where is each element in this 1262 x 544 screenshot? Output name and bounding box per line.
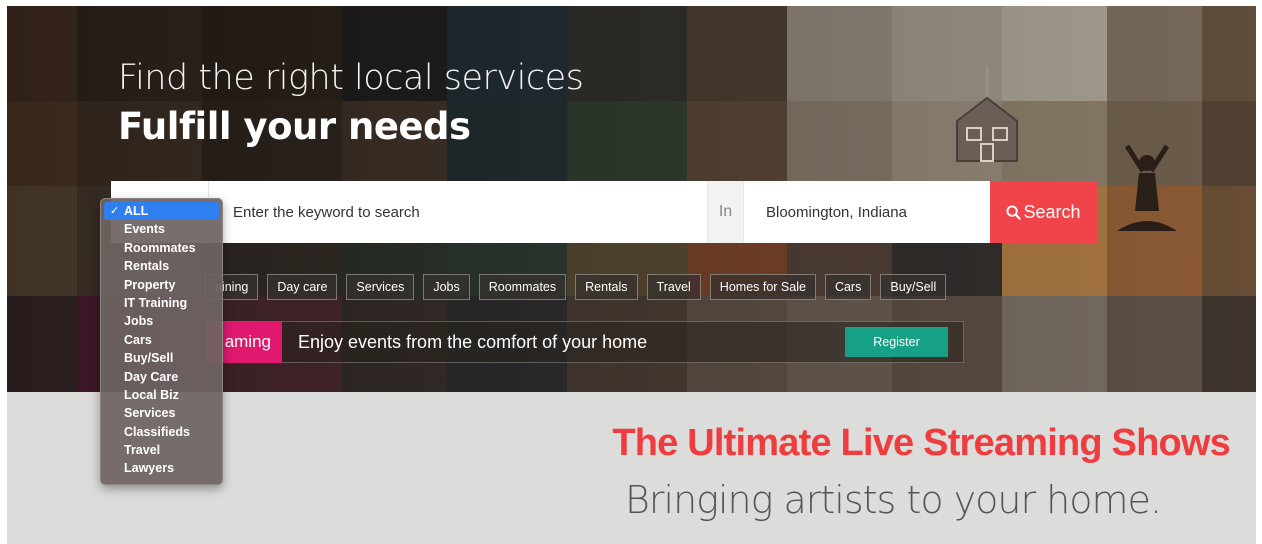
chip-rentals[interactable]: Rentals (575, 274, 638, 300)
banner-subtitle: Bringing artists to your home. (625, 478, 1162, 522)
dropdown-option-property[interactable]: Property (101, 276, 222, 294)
chip-day-care[interactable]: Day care (267, 274, 338, 300)
banner-title: The Ultimate Live Streaming Shows (612, 422, 1230, 464)
house-keychain-icon (956, 66, 1018, 162)
search-button[interactable]: Search (990, 181, 1097, 243)
in-label: In (707, 181, 744, 243)
hero-headline: Find the right local services (118, 58, 584, 98)
streaming-promo: aming Enjoy events from the comfort of y… (205, 321, 964, 363)
keyword-search-input[interactable] (209, 181, 707, 243)
chip-homes-for-sale[interactable]: Homes for Sale (709, 274, 816, 300)
dropdown-option-cars[interactable]: Cars (101, 331, 222, 349)
dropdown-option-day-care[interactable]: Day Care (101, 368, 222, 386)
register-button[interactable]: Register (845, 327, 948, 357)
dropdown-option-buy-sell[interactable]: Buy/Sell (101, 349, 222, 367)
dropdown-option-travel[interactable]: Travel (101, 441, 222, 459)
yoga-silhouette-icon (1117, 144, 1177, 231)
chip-roommates[interactable]: Roommates (478, 274, 567, 300)
search-button-label: Search (1023, 201, 1081, 222)
category-dropdown-menu: ✓ ALL Events Roommates Rentals Property … (100, 198, 223, 485)
dropdown-option-rentals[interactable]: Rentals (101, 257, 222, 275)
category-chips: aining Day care Services Jobs Roommates … (205, 274, 947, 300)
dropdown-option-events[interactable]: Events (101, 220, 222, 238)
search-bar: In Search (111, 181, 1097, 243)
checkmark-icon: ✓ (110, 205, 120, 217)
dropdown-option-services[interactable]: Services (101, 404, 222, 422)
hero-subheadline: Fulfill your needs (118, 105, 471, 148)
dropdown-option-local-biz[interactable]: Local Biz (101, 386, 222, 404)
dropdown-option-it-training[interactable]: IT Training (101, 294, 222, 312)
chip-jobs[interactable]: Jobs (423, 274, 470, 300)
dropdown-option-label: ALL (124, 204, 149, 218)
dropdown-option-jobs[interactable]: Jobs (101, 312, 222, 330)
dropdown-option-lawyers[interactable]: Lawyers (101, 459, 222, 477)
chip-services[interactable]: Services (346, 274, 415, 300)
chip-cars[interactable]: Cars (824, 274, 872, 300)
dropdown-option-classifieds[interactable]: Classifieds (101, 423, 222, 441)
chip-travel[interactable]: Travel (646, 274, 701, 300)
dropdown-option-roommates[interactable]: Roommates (101, 239, 222, 257)
dropdown-option-all[interactable]: ✓ ALL (104, 202, 219, 221)
promo-text: Enjoy events from the comfort of your ho… (298, 331, 648, 352)
search-icon (1006, 204, 1022, 220)
location-input[interactable] (744, 181, 990, 243)
chip-buy-sell[interactable]: Buy/Sell (880, 274, 947, 300)
